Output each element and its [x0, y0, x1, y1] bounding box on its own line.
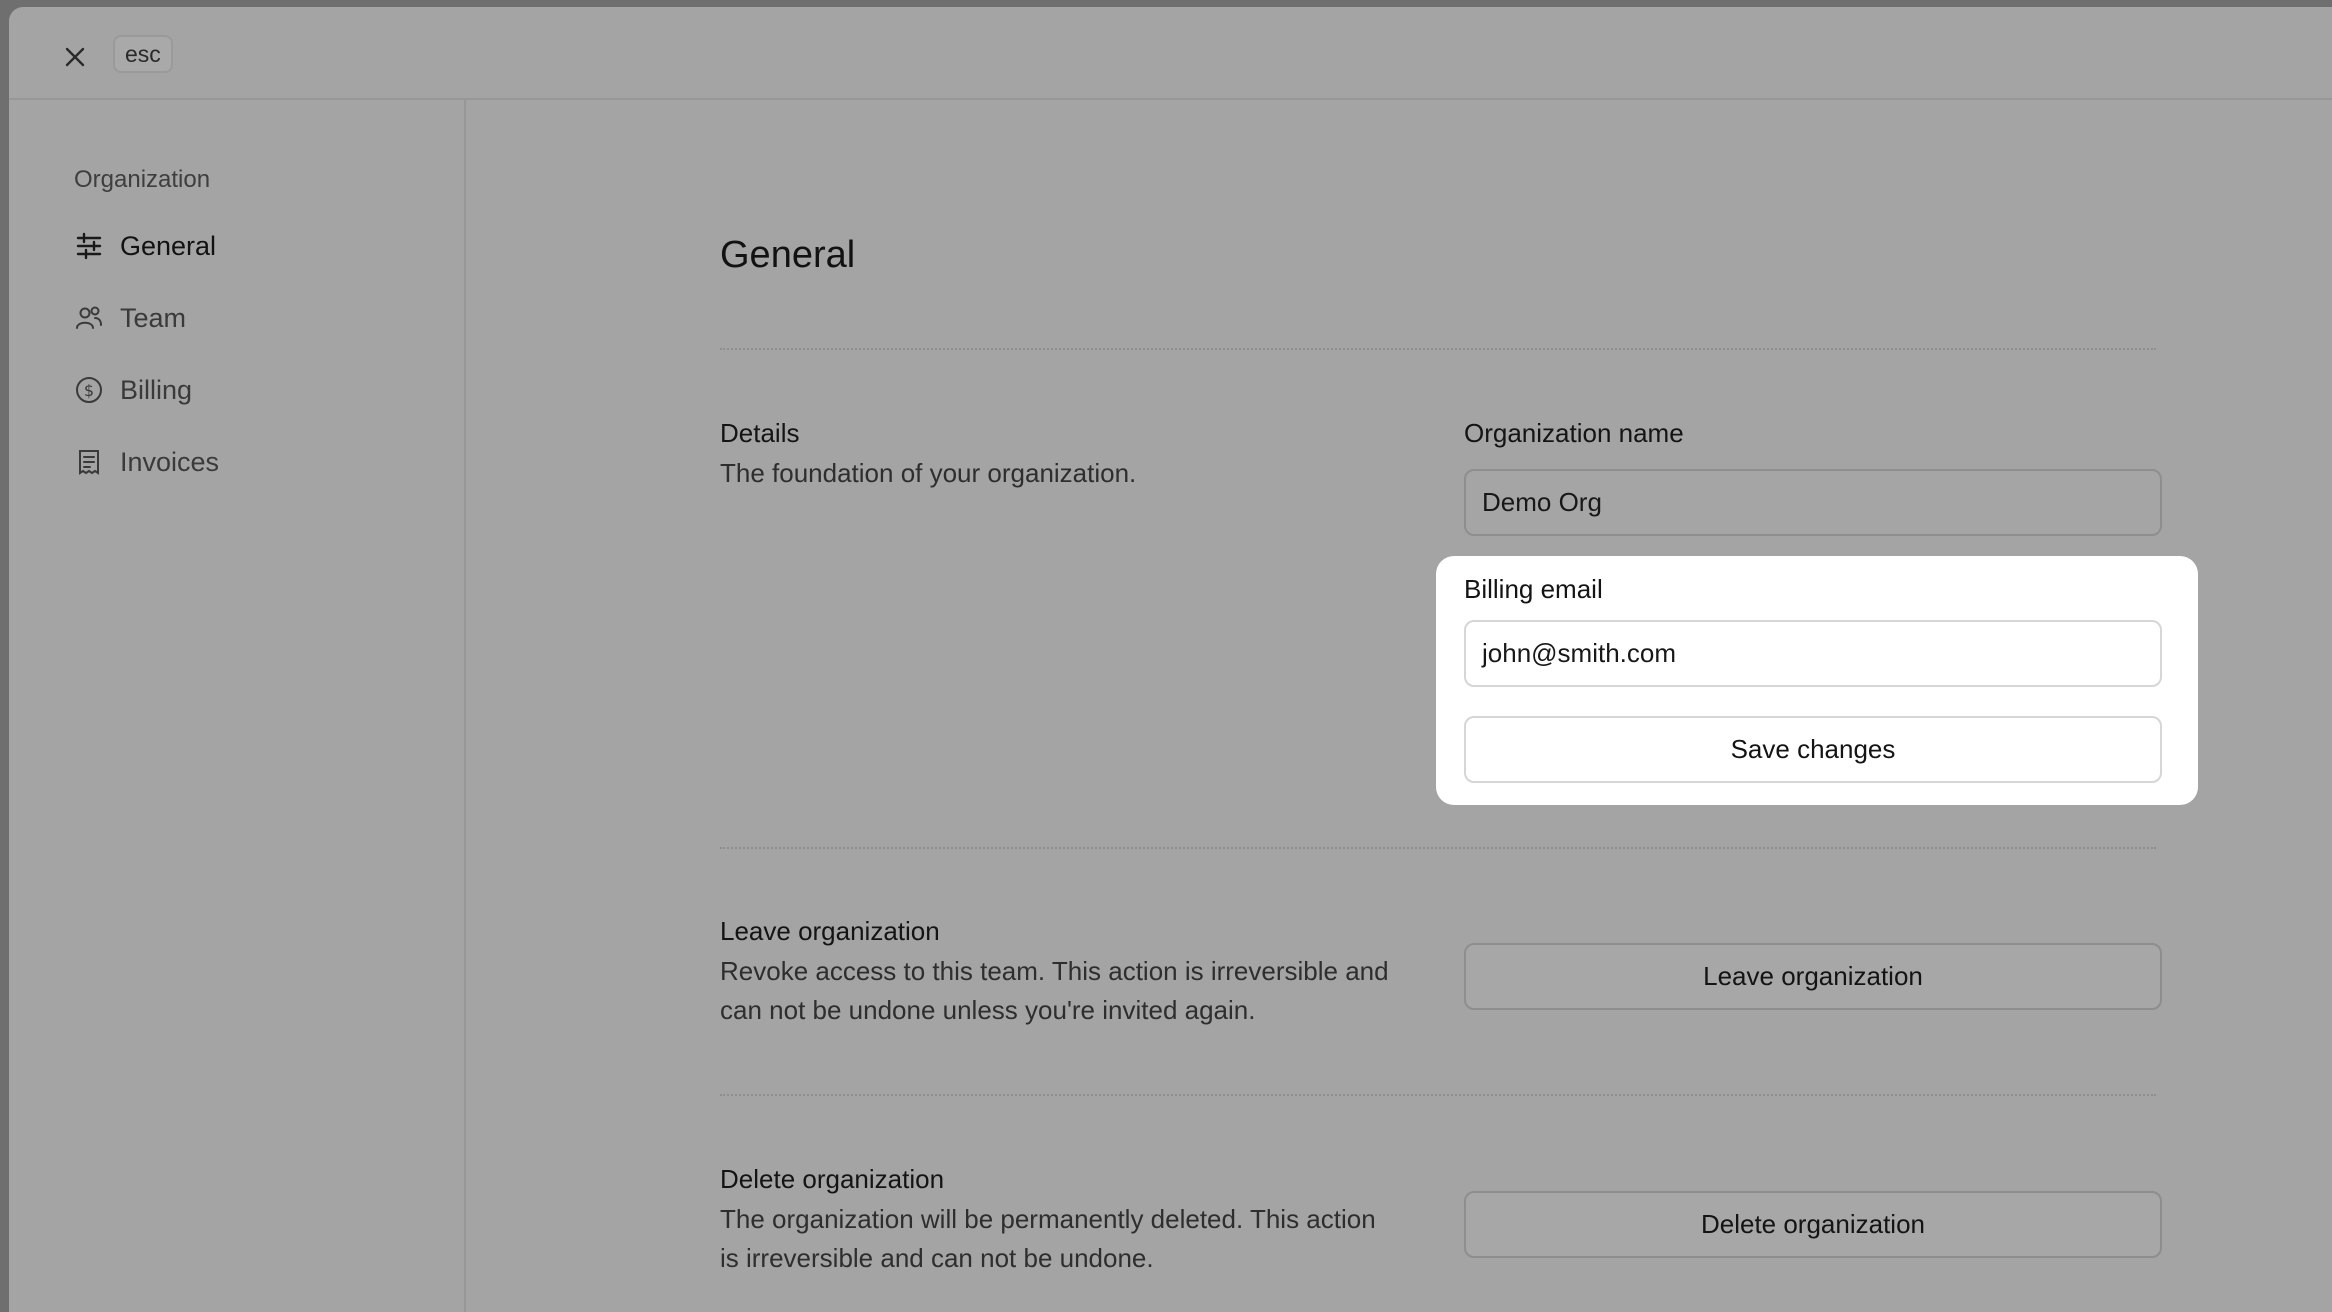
delete-organization-button[interactable]: Delete organization	[1464, 1191, 2162, 1258]
leave-description: Revoke access to this team. This action …	[720, 956, 1389, 1025]
close-button[interactable]	[55, 37, 95, 77]
delete-title: Delete organization	[720, 1164, 945, 1194]
sidebar-item-label: Team	[120, 302, 187, 333]
sidebar-heading: Organization	[74, 166, 211, 193]
billing-email-spotlight: Billing email john@smith.com Save change…	[1436, 556, 2198, 805]
sidebar-item-label: Invoices	[120, 446, 220, 477]
delete-description: The organization will be permanently del…	[720, 1204, 1376, 1273]
billing-email-label: Billing email	[1464, 574, 1603, 604]
section-divider	[720, 348, 2156, 350]
sliders-icon	[74, 231, 104, 261]
billing-email-input[interactable]: john@smith.com	[1464, 620, 2162, 687]
dollar-circle-icon: $	[74, 375, 104, 405]
sidebar-item-label: Billing	[120, 374, 193, 405]
users-icon	[74, 303, 104, 333]
sidebar-item-team[interactable]: Team	[74, 294, 434, 342]
org-name-label: Organization name	[1464, 418, 1684, 448]
svg-text:$: $	[84, 381, 94, 400]
section-divider	[720, 847, 2156, 849]
section-divider	[720, 1094, 2156, 1096]
close-icon	[65, 47, 85, 67]
page-title: General	[720, 234, 856, 276]
leave-title: Leave organization	[720, 916, 940, 946]
sidebar-item-billing[interactable]: $ Billing	[74, 366, 434, 414]
sidebar: Organization General Team $ Billing Invo…	[9, 100, 466, 1312]
sidebar-item-general[interactable]: General	[74, 222, 434, 270]
save-changes-button[interactable]: Save changes	[1464, 716, 2162, 783]
details-title: Details	[720, 418, 800, 448]
details-description: The foundation of your organization.	[720, 458, 1137, 488]
sidebar-item-label: General	[120, 230, 217, 261]
org-name-input[interactable]: Demo Org	[1464, 469, 2162, 536]
leave-organization-button[interactable]: Leave organization	[1464, 943, 2162, 1010]
sidebar-item-invoices[interactable]: Invoices	[74, 438, 434, 486]
modal-topbar: esc	[9, 7, 2332, 100]
receipt-icon	[74, 447, 104, 477]
background-strip	[0, 0, 2332, 7]
esc-shortcut-badge: esc	[113, 35, 173, 73]
